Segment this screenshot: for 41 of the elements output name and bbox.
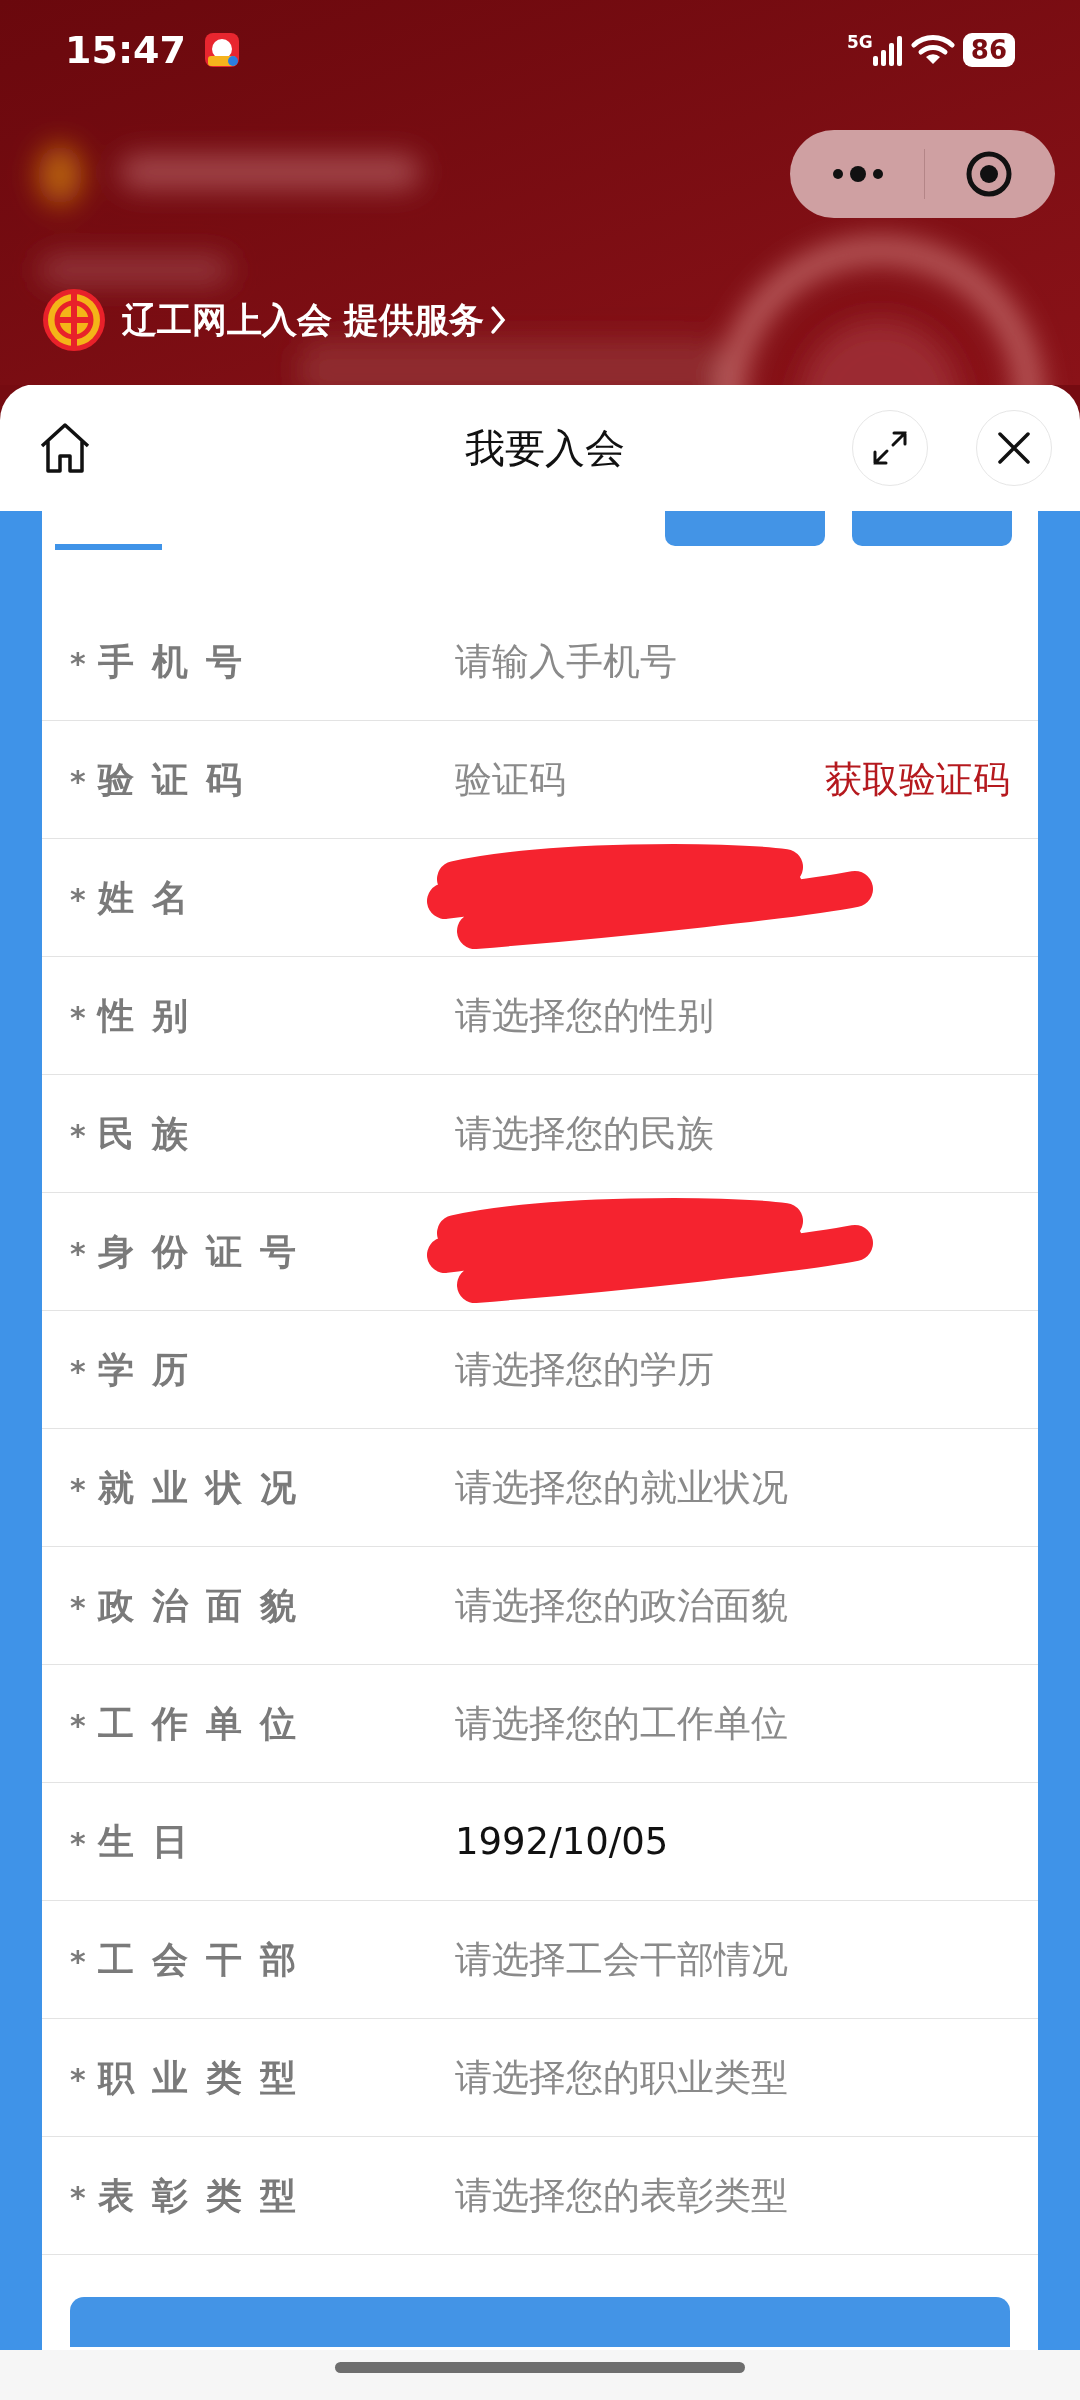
field-label: * 政治面貌 [70,1583,315,1628]
network-type: 5G [847,34,873,51]
select-field[interactable]: 请选择您的政治面貌 [455,1577,1010,1634]
select-field[interactable]: 请选择您的就业状况 [455,1459,1010,1516]
field-label: * 职业类型 [70,2055,315,2100]
select-field[interactable]: 请选择您的表彰类型 [455,2167,1010,2224]
select-field[interactable]: 请选择您的性别 [455,987,1010,1044]
get-code-link[interactable]: 获取验证码 [825,751,1010,808]
chevron-right-icon[interactable] [490,305,507,335]
target-icon[interactable] [965,150,1013,198]
battery-level: 86 [962,33,1015,67]
status-time: 15:47 [65,26,186,74]
close-icon [997,430,1031,465]
field-label: * 生日 [70,1819,207,1864]
input-field[interactable]: 请输入手机号 [455,633,1010,690]
expand-icon [872,429,908,466]
field-label: * 表彰类型 [70,2173,315,2218]
field-label: * 验证码 [70,757,261,802]
select-field[interactable]: 请选择您的工作单位 [455,1695,1010,1752]
signal-icon [872,34,903,66]
field-label: * 就业状况 [70,1465,315,1510]
app-notification-icon [203,32,240,68]
select-field[interactable]: 请选择工会干部情况 [455,1931,1010,1988]
provider-link[interactable]: 辽工网上入会 提供服务 [122,293,485,347]
sheet-title: 我要入会 [464,423,626,473]
wifi-icon [910,34,955,66]
field-label: * 工作单位 [70,1701,315,1746]
field-label: * 性别 [70,993,207,1038]
field-label: * 工会干部 [70,1937,315,1982]
select-field[interactable]: 请选择您的学历 [455,1341,1010,1398]
field-label: * 姓名 [70,875,207,920]
select-field[interactable]: 请选择您的民族 [455,1105,1010,1162]
field-label: * 学历 [70,1347,207,1392]
field-label: * 身份证号 [70,1229,315,1274]
select-field[interactable]: 请选择您的职业类型 [455,2049,1010,2106]
input-field[interactable]: 验证码 [455,751,825,808]
input-field[interactable]: 1992/10/05 [455,1813,1010,1870]
field-label: * 手机号 [70,639,261,684]
union-emblem-icon [42,288,106,352]
home-icon[interactable] [38,421,92,474]
field-label: * 民族 [70,1111,207,1156]
